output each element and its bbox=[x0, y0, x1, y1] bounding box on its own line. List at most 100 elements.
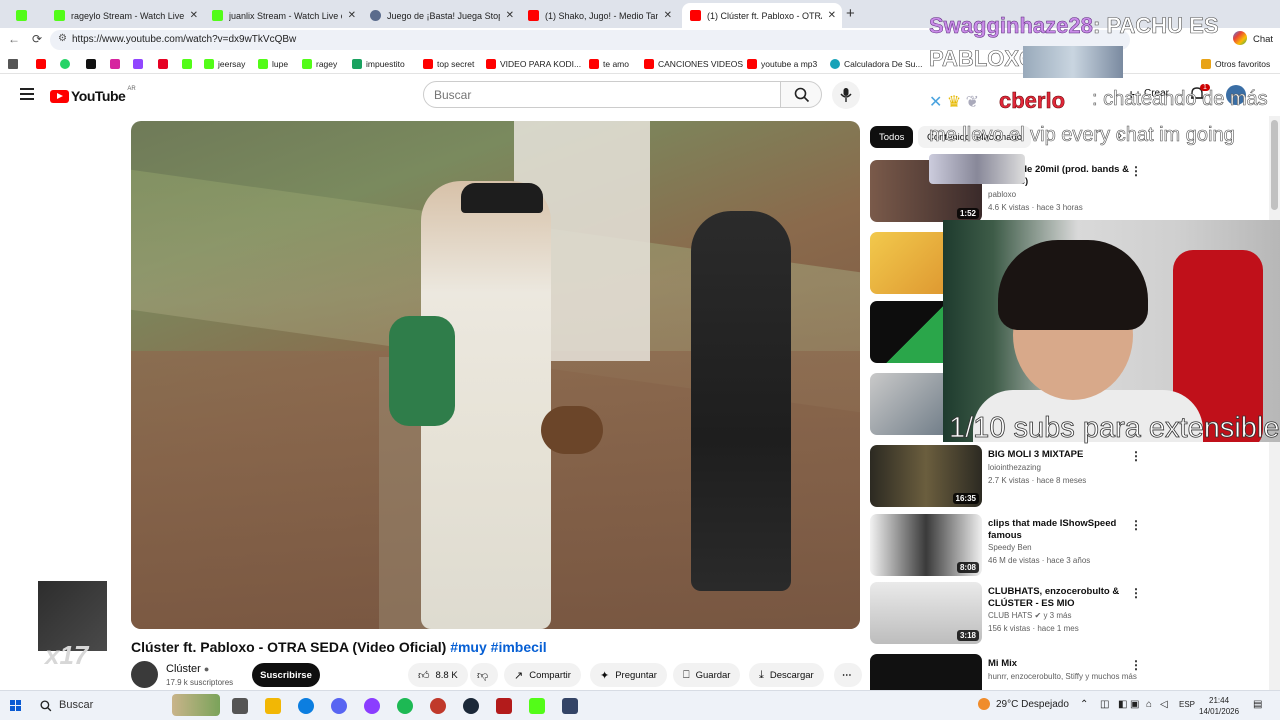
bookmark-twitch[interactable] bbox=[133, 57, 147, 71]
download-button[interactable]: ⤓ Descargar bbox=[749, 663, 824, 687]
windows-start-icon[interactable] bbox=[10, 700, 22, 712]
search-box[interactable] bbox=[423, 81, 781, 108]
volume-icon[interactable]: ◁ bbox=[1160, 699, 1168, 710]
tab-0[interactable] bbox=[8, 3, 46, 28]
recommendation-item[interactable]: 16:35 BIG MOLI 3 MIXTAPE loiointhezazing… bbox=[870, 445, 1270, 507]
dislike-button[interactable]: 👎︎ bbox=[470, 663, 498, 687]
bookmark-mp3[interactable]: youtube a mp3 bbox=[747, 57, 817, 71]
recommendation-item[interactable]: 3:18 CLUBHATS, enzocerobulto & CLÚSTER -… bbox=[870, 582, 1270, 644]
tab-shako[interactable]: (1) Shako, Jugo! - Medio Tana (Vid ✕ bbox=[520, 3, 678, 28]
chip-todos[interactable]: Todos bbox=[870, 126, 914, 148]
bookmark-te-amo[interactable]: te amo bbox=[589, 57, 629, 71]
bookmark-otros-favoritos[interactable]: Otros favoritos bbox=[1201, 57, 1270, 71]
bookmark-instagram[interactable] bbox=[110, 57, 124, 71]
bookmark-kick[interactable] bbox=[182, 57, 196, 71]
bookmark-calculadora[interactable]: Calculadora De Su... bbox=[830, 57, 922, 71]
recommendation-channel[interactable]: hunrr, enzocerobulto, Stiffy y muchos má… bbox=[988, 672, 1137, 681]
file-explorer-icon[interactable] bbox=[265, 698, 281, 714]
bookmark-whatsapp[interactable] bbox=[60, 57, 74, 71]
recommendation-item[interactable]: Mi Mix hunrr, enzocerobulto, Stiffy y mu… bbox=[870, 654, 1270, 690]
chevron-up-icon[interactable]: ⌃ bbox=[1080, 699, 1088, 710]
channel-name[interactable]: Clúster ● bbox=[166, 663, 209, 675]
close-icon[interactable]: ✕ bbox=[190, 10, 198, 21]
tab-juanlix[interactable]: juanlix Stream - Watch Live o ✕ bbox=[204, 3, 362, 28]
tray-icon[interactable]: ◧ bbox=[1118, 699, 1127, 710]
recommendation-title[interactable]: CLUBHATS, enzocerobulto & CLÚSTER - ES M… bbox=[988, 586, 1138, 610]
recommendation-title[interactable]: BIG MOLI 3 MIXTAPE bbox=[988, 449, 1138, 461]
like-button[interactable]: 👍︎ 8.8 K bbox=[408, 663, 468, 687]
new-tab-button[interactable]: + bbox=[846, 5, 855, 22]
more-vert-icon[interactable]: ⋮ bbox=[1130, 518, 1142, 532]
close-icon[interactable]: ✕ bbox=[664, 10, 672, 21]
bookmark-canciones[interactable]: CANCIONES VIDEOS bbox=[644, 57, 743, 71]
apps-icon[interactable] bbox=[8, 57, 22, 71]
weather-text[interactable]: 29°C Despejado bbox=[996, 699, 1069, 710]
hashtag-link[interactable]: #imbecil bbox=[491, 639, 547, 655]
bookmark-impuestito[interactable]: impuestito bbox=[352, 57, 405, 71]
channel-avatar[interactable] bbox=[131, 661, 158, 688]
youtube-logo[interactable]: YouTube AR bbox=[50, 86, 136, 104]
bookmark-ragey[interactable]: ragey bbox=[302, 57, 337, 71]
menu-icon[interactable] bbox=[20, 88, 34, 100]
subscribe-button[interactable]: Suscribirse bbox=[252, 663, 320, 687]
tab-basta[interactable]: Juego de ¡Basta! Juega Stop, Tutti ✕ bbox=[362, 3, 520, 28]
app-icon[interactable] bbox=[496, 698, 512, 714]
app-icon[interactable] bbox=[430, 698, 446, 714]
close-icon[interactable]: ✕ bbox=[348, 10, 356, 21]
spotify-icon[interactable] bbox=[397, 698, 413, 714]
gemini-icon[interactable] bbox=[1233, 31, 1247, 45]
tab-cluster-active[interactable]: (1) Clúster ft. Pabloxo - OTRA SED ✕ bbox=[682, 3, 842, 28]
hashtag-link[interactable]: #muy bbox=[450, 639, 487, 655]
close-icon[interactable]: ✕ bbox=[506, 10, 514, 21]
steam-icon[interactable] bbox=[463, 698, 479, 714]
bookmark-jeersay[interactable]: jeersay bbox=[204, 57, 245, 71]
recommendation-channel[interactable]: Speedy Ben bbox=[988, 543, 1032, 552]
recommendation-item[interactable]: 8:08 clips that made IShowSpeed famous S… bbox=[870, 514, 1270, 576]
clock[interactable]: 21:44 14/01/2026 bbox=[1199, 695, 1239, 717]
bookmark-x[interactable] bbox=[86, 57, 100, 71]
recommendation-channel[interactable]: pabloxo bbox=[988, 190, 1016, 199]
back-icon[interactable]: ← bbox=[8, 32, 20, 46]
close-icon[interactable]: ✕ bbox=[828, 10, 836, 21]
video-player[interactable] bbox=[131, 121, 860, 629]
more-vert-icon[interactable]: ⋮ bbox=[1130, 449, 1142, 463]
site-info-icon[interactable]: ⚙ bbox=[58, 33, 67, 44]
more-actions-button[interactable]: ⋯ bbox=[834, 663, 862, 687]
recommendation-title[interactable]: Mi Mix bbox=[988, 658, 1138, 670]
more-vert-icon[interactable]: ⋮ bbox=[1130, 658, 1142, 672]
kick-icon[interactable] bbox=[529, 698, 545, 714]
notifications-center-icon[interactable]: ▤ bbox=[1253, 699, 1262, 710]
edge-icon[interactable] bbox=[298, 698, 314, 714]
canva-icon[interactable] bbox=[364, 698, 380, 714]
thumbnail[interactable]: 16:35 bbox=[870, 445, 982, 507]
bookmark-youtube[interactable] bbox=[36, 57, 50, 71]
bookmark-video-kodi[interactable]: VIDEO PARA KODI... bbox=[486, 57, 581, 71]
recommendation-channel[interactable]: loiointhezazing bbox=[988, 463, 1041, 472]
bookmark-top-secret[interactable]: top secret bbox=[423, 57, 474, 71]
search-button[interactable] bbox=[780, 81, 822, 108]
tray-icon[interactable]: ◫ bbox=[1100, 699, 1109, 710]
thumbnail[interactable] bbox=[870, 654, 982, 690]
scrollbar-thumb[interactable] bbox=[1271, 120, 1278, 210]
tray-icon[interactable]: ▣ bbox=[1130, 699, 1139, 710]
share-button[interactable]: ↗ Compartir bbox=[504, 663, 581, 687]
reload-icon[interactable]: ⟳ bbox=[32, 32, 42, 46]
thumbnail[interactable]: 3:18 bbox=[870, 582, 982, 644]
search-input[interactable] bbox=[424, 82, 780, 108]
recommendation-title[interactable]: clips that made IShowSpeed famous bbox=[988, 518, 1138, 542]
taskbar-search[interactable]: Buscar bbox=[32, 694, 222, 716]
tab-rageylo[interactable]: rageylo Stream - Watch Live o ✕ bbox=[46, 3, 204, 28]
chat-button[interactable]: Chat bbox=[1253, 34, 1273, 45]
ask-button[interactable]: ✦ Preguntar bbox=[590, 663, 667, 687]
discord-icon[interactable] bbox=[331, 698, 347, 714]
bookmark-pinterest[interactable] bbox=[158, 57, 172, 71]
voice-search-button[interactable] bbox=[832, 81, 860, 109]
save-button[interactable]: ⎕ Guardar bbox=[673, 663, 741, 687]
language-indicator[interactable]: ESP bbox=[1179, 700, 1195, 709]
recommendation-channel[interactable]: CLUB HATS ✔ y 3 más bbox=[988, 611, 1071, 620]
network-icon[interactable]: ⌂ bbox=[1146, 699, 1152, 710]
bookmark-lupe[interactable]: lupe bbox=[258, 57, 288, 71]
more-vert-icon[interactable]: ⋮ bbox=[1130, 164, 1142, 178]
app-icon[interactable] bbox=[562, 698, 578, 714]
task-view-icon[interactable] bbox=[232, 698, 248, 714]
